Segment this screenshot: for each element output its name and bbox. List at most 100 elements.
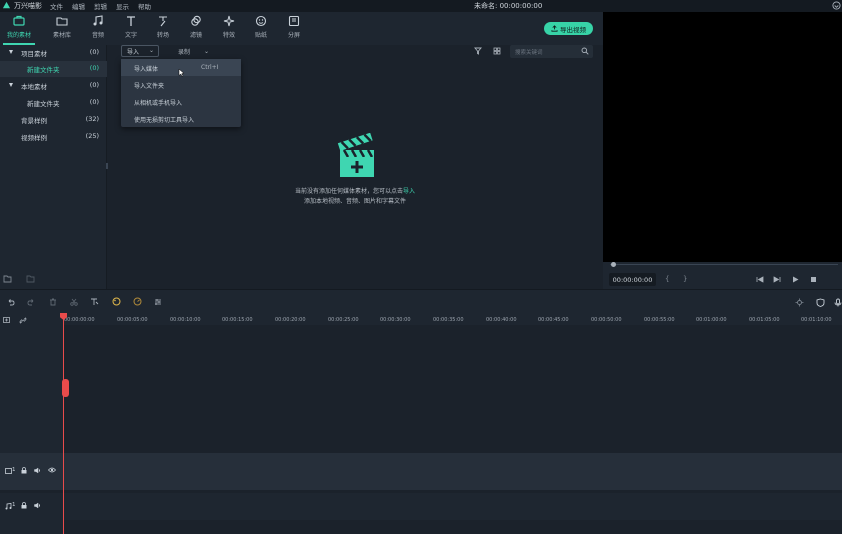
microphone-icon[interactable] [834,298,842,307]
transition-icon [159,16,167,27]
timeline-tracks: 1 1 [0,325,842,534]
tab-text[interactable]: 文字 [114,12,148,45]
search-icon[interactable] [581,47,589,55]
mark-out-icon[interactable]: } [683,275,687,283]
menu-help[interactable]: 帮助 [138,1,151,11]
tree-item-local-media[interactable]: 本地素材 (0) [0,78,107,94]
tree-item-background-samples[interactable]: 背景样例 (32) [0,112,107,128]
search-placeholder: 搜索关键词 [515,50,543,56]
tab-filter[interactable]: 滤镜 [179,12,213,45]
cut-icon[interactable] [70,298,78,306]
search-input[interactable]: 搜索关键词 [510,45,593,58]
play-icon[interactable] [792,276,799,283]
record-dropdown[interactable]: 录制 ⌄ [178,45,218,57]
menu-bar: 万兴喵影 文件 编辑 剪辑 显示 帮助 未命名: 00:00:00:00 [0,0,842,12]
speaker-icon[interactable] [34,467,41,474]
menu-item-import-lossless[interactable]: 使用无损剪切工具导入 [121,110,241,127]
eye-icon[interactable] [48,467,56,473]
timeline-toolbar [0,289,842,313]
speaker-icon[interactable] [34,502,41,509]
ruler-tick-label: 00:00:15:00 [222,317,253,323]
playhead-handle[interactable] [62,379,69,397]
tab-effects[interactable]: 特效 [212,12,246,45]
empty-media-message: 当前没有添加任何媒体素材，您可以点击导入 添加本地视频、音频、图片和字幕文件 [270,187,440,207]
import-dropdown-label: 导入 [127,48,140,56]
redo-icon[interactable] [27,298,35,306]
link-icon[interactable] [19,317,27,324]
menu-file[interactable]: 文件 [50,1,63,11]
ruler-tick-label: 00:00:25:00 [328,317,359,323]
tree-item-video-samples[interactable]: 视频样例 (25) [0,129,107,145]
step-back-icon[interactable] [773,276,781,283]
split-screen-icon [288,15,300,27]
record-dropdown-label: 录制 [178,48,191,56]
menu-item-import-camera[interactable]: 从相机或手机导入 [121,93,241,110]
text-t-icon [127,16,135,26]
video-track[interactable]: 1 [0,453,842,490]
tab-stickers[interactable]: 贴纸 [244,12,278,45]
tree-item-label: 背景样例 [21,117,47,125]
skip-back-icon[interactable] [756,276,764,283]
menu-view[interactable]: 显示 [116,1,129,11]
folder-link-icon[interactable] [26,275,35,283]
media-folder-tree: 项目素材 (0) 新建文件夹 (0) 本地素材 (0) 新建文件夹 (0) 背景… [0,45,108,289]
menu-clip[interactable]: 剪辑 [94,1,107,11]
playhead-line[interactable] [63,313,64,534]
tree-item-label: 新建文件夹 [27,100,60,108]
mark-in-icon[interactable]: { [665,275,669,283]
preview-progress-track[interactable] [610,264,838,265]
preview-progress-handle[interactable] [611,262,616,267]
menu-item-label: 导入媒体 [134,66,159,73]
tree-item-label: 项目素材 [21,50,47,58]
menu-item-label: 从相机或手机导入 [134,100,183,107]
tab-split-screen[interactable]: 分屏 [277,12,311,45]
import-link[interactable]: 导入 [403,188,415,195]
expand-triangle-icon[interactable] [9,50,13,54]
ruler-tick-label: 00:00:30:00 [380,317,411,323]
ruler-tick-label: 00:00:00:00 [64,317,95,323]
chevron-down-icon: ⌄ [204,47,210,55]
tree-item-count: (0) [89,48,99,56]
add-track-icon[interactable] [3,317,11,324]
audio-track[interactable]: 1 [0,493,842,520]
ruler-tick-label: 00:00:55:00 [644,317,675,323]
tree-item-count: (0) [89,64,99,72]
grid-view-icon[interactable] [493,47,501,55]
expand-triangle-icon[interactable] [9,83,13,87]
render-preview-icon[interactable] [795,298,804,307]
sparkle-icon [223,15,235,27]
tab-audio[interactable]: 音频 [81,12,115,45]
filter-funnel-icon[interactable] [474,47,482,55]
chevron-down-icon: ⌄ [148,47,154,54]
color-tool-icon[interactable] [112,297,121,306]
menu-item-import-folder[interactable]: 导入文件夹 [121,76,241,93]
stop-icon[interactable] [810,276,817,283]
menu-edit[interactable]: 编辑 [72,1,85,11]
export-button[interactable]: 导出视频 [544,22,593,35]
speed-icon[interactable] [133,297,142,306]
tree-item-local-new-folder[interactable]: 新建文件夹 (0) [0,95,107,111]
lock-icon[interactable] [21,502,27,509]
account-icon[interactable] [832,1,841,10]
audio-mixer-icon[interactable] [154,298,162,306]
tree-item-label: 视频样例 [21,134,47,142]
delete-icon[interactable] [49,298,57,306]
tab-transition[interactable]: 转场 [146,12,180,45]
shield-icon[interactable] [816,298,825,307]
folder-box-icon [13,15,25,26]
lock-icon[interactable] [21,467,27,474]
tree-item-project-media[interactable]: 项目素材 (0) [0,45,107,61]
tree-item-new-folder[interactable]: 新建文件夹 (0) [0,61,107,77]
tab-library[interactable]: 素材库 [45,12,79,45]
ruler-tick-label: 00:00:35:00 [433,317,464,323]
ruler-tick-label: 00:00:45:00 [538,317,569,323]
ruler-tick-label: 00:01:05:00 [749,317,780,323]
import-dropdown[interactable]: 导入 ⌄ [121,45,159,57]
undo-icon[interactable] [7,298,15,306]
new-folder-icon[interactable] [3,275,12,283]
tab-my-media[interactable]: 我的素材 [2,12,36,45]
timeline-ruler[interactable]: 00:00:00:00 00:00:05:00 00:00:10:00 00:0… [0,313,842,325]
media-toolbar: 我的素材 素材库 音频 文字 转场 滤镜 特效 贴纸 分屏 [0,12,603,45]
tree-item-label: 本地素材 [21,83,47,91]
text-tool-icon[interactable] [90,298,99,306]
